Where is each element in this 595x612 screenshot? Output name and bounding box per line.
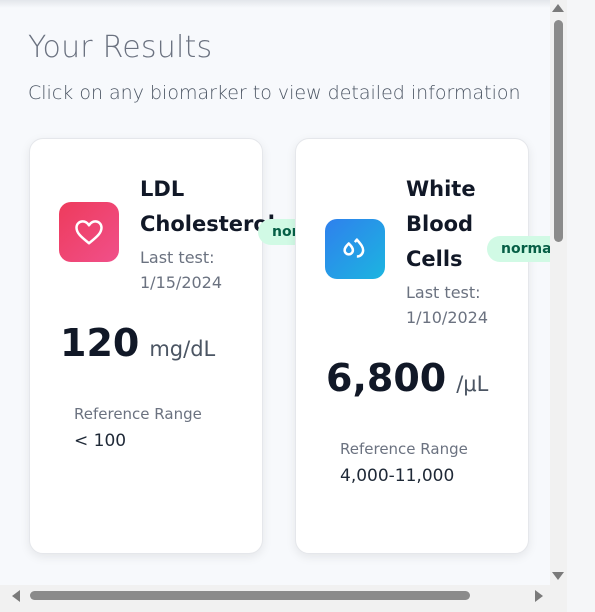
result-value-row: 120 mg/dL <box>60 321 215 365</box>
page-title: Your Results <box>28 30 213 65</box>
result-value-row: 6,800 /μL <box>326 356 488 400</box>
scroll-up-arrow-icon[interactable] <box>552 4 564 12</box>
result-value: 6,800 <box>326 356 447 400</box>
top-shadow <box>0 0 550 8</box>
last-test-label: Last test: <box>140 248 215 267</box>
last-test-info: Last test: 1/10/2024 <box>406 280 488 330</box>
biomarker-card-white-blood-cells[interactable]: White Blood Cells Last test: 1/10/2024 n… <box>295 138 550 554</box>
scrollbar-corner <box>550 585 567 612</box>
last-test-label: Last test: <box>406 283 481 302</box>
reference-range-value: 4,000-11,000 <box>340 466 455 486</box>
scroll-right-arrow-icon[interactable] <box>535 590 543 602</box>
result-unit: /μL <box>456 372 489 396</box>
page-subtitle: Click on any biomarker to view detailed … <box>28 82 521 104</box>
vertical-scrollbar-thumb[interactable] <box>554 20 563 242</box>
status-badge: normal <box>487 236 550 262</box>
heart-icon <box>59 202 119 262</box>
last-test-date: 1/15/2024 <box>140 273 223 292</box>
reference-range-label: Reference Range <box>74 405 202 423</box>
scroll-left-arrow-icon[interactable] <box>12 590 20 602</box>
horizontal-scrollbar-thumb[interactable] <box>30 591 470 600</box>
window-gutter <box>567 0 595 612</box>
results-scroll-area[interactable]: Your Results Click on any biomarker to v… <box>0 0 550 585</box>
result-unit: mg/dL <box>149 337 216 361</box>
biomarker-name: LDL Cholesterol <box>140 177 275 236</box>
last-test-info: Last test: 1/15/2024 <box>140 245 222 295</box>
biomarker-name: White Blood Cells <box>406 177 476 271</box>
reference-range-label: Reference Range <box>340 440 468 458</box>
biomarker-card-ldl-cholesterol[interactable]: LDL Cholesterol Last test: 1/15/2024 nor… <box>29 138 342 554</box>
scroll-down-arrow-icon[interactable] <box>552 572 564 580</box>
reference-range-value: < 100 <box>74 431 127 451</box>
last-test-date: 1/10/2024 <box>406 308 489 327</box>
water-drops-icon <box>325 219 385 279</box>
result-value: 120 <box>60 321 140 365</box>
